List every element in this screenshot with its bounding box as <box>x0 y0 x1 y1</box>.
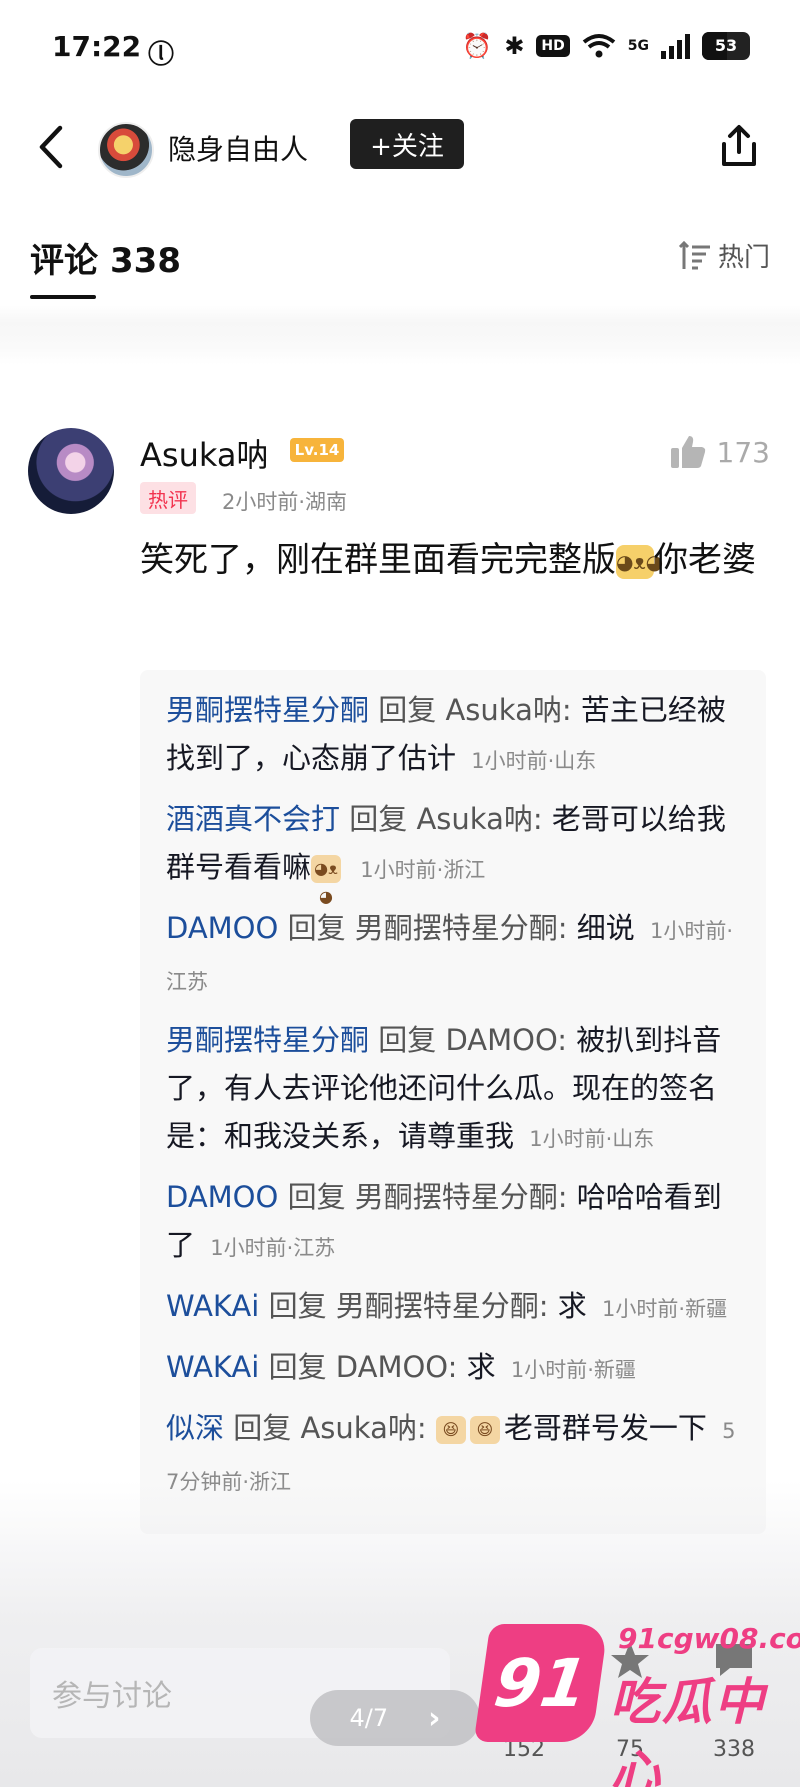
laughing-emoji-icon: 😆 <box>435 1416 466 1444</box>
reply-time: 1小时前·江苏 <box>210 1236 336 1260</box>
thumbs-up-icon <box>670 436 705 468</box>
image-pager[interactable]: 4/7 › <box>310 1690 480 1746</box>
like-count: 173 <box>716 435 770 469</box>
reply-item[interactable]: WAKAi 回复 DAMOO: 求 1小时前·新疆 <box>166 1343 746 1394</box>
reply-word: 回复 <box>233 1411 292 1445</box>
hd-icon: HD <box>536 35 570 57</box>
reply-target: DAMOO: <box>445 1023 568 1057</box>
reply-text: 求 <box>557 1289 587 1323</box>
reply-item[interactable]: 男酮摆特星分酮 回复 Asuka呐: 苦主已经被找到了，心态崩了估计 1小时前·… <box>166 686 746 785</box>
author-name[interactable]: 隐身自由人 <box>168 128 308 168</box>
reply-word: 回复 <box>268 1350 327 1384</box>
reply-word: 回复 <box>378 693 437 727</box>
status-bar: 17:22 ⓛ ⏰ ✱ HD 5G 53 <box>0 0 800 100</box>
reply-text: 求 <box>466 1350 496 1384</box>
reply-author[interactable]: 酒酒真不会打 <box>166 802 340 836</box>
reply-target: Asuka呐: <box>445 693 572 727</box>
reply-word: 回复 <box>268 1289 327 1323</box>
reply-author[interactable]: 似深 <box>166 1411 224 1445</box>
reply-time: 1小时前·山东 <box>529 1127 655 1151</box>
section-divider <box>0 305 800 365</box>
reply-author[interactable]: DAMOO <box>166 911 278 945</box>
watermark-name: 吃瓜中心 <box>610 1673 766 1787</box>
cat-emoji-icon: ◕ᴥ◕ <box>616 544 663 579</box>
laughing-emoji-icon: 😆 <box>469 1416 500 1444</box>
reply-item[interactable]: 男酮摆特星分酮 回复 DAMOO: 被扒到抖音了，有人去评论他还问什么瓜。现在的… <box>166 1016 746 1163</box>
comment-count: 338 <box>110 241 181 281</box>
battery-icon: 53 <box>702 32 750 60</box>
signal-icon <box>661 33 690 59</box>
reply-list: 男酮摆特星分酮 回复 Asuka呐: 苦主已经被找到了，心态崩了估计 1小时前·… <box>140 670 766 1534</box>
reply-target: 男酮摆特星分酮: <box>354 911 568 945</box>
alarm-icon: ⏰ <box>462 32 493 60</box>
reply-author[interactable]: DAMOO <box>166 1180 278 1214</box>
reply-target: Asuka呐: <box>300 1411 427 1445</box>
reply-author[interactable]: 男酮摆特星分酮 <box>166 693 369 727</box>
reply-word: 回复 <box>378 1023 437 1057</box>
comment-text[interactable]: 笑死了，刚在群里面看完完整版◕ᴥ◕你老婆 <box>140 532 760 588</box>
watermark: 91 91cgw08.com 吃瓜中心 <box>473 1618 800 1787</box>
app-notification-icon: ⓛ <box>148 40 175 70</box>
sort-icon <box>678 240 710 269</box>
comment-tab-bar: 评论 338 热门 <box>0 215 800 305</box>
comment-meta: 2小时前·湖南 <box>222 490 348 514</box>
commenter-name[interactable]: Asuka呐 <box>140 430 268 476</box>
reply-time: 1小时前·山东 <box>471 749 597 773</box>
pager-indicator: 4/7 <box>349 1704 389 1732</box>
tab-indicator <box>30 295 96 299</box>
back-icon[interactable] <box>32 122 72 172</box>
reply-time: 1小时前·新疆 <box>510 1358 636 1382</box>
hot-comment-badge: 热评 <box>140 482 196 514</box>
wifi-icon <box>582 34 616 58</box>
reply-target: 男酮摆特星分酮: <box>354 1180 568 1214</box>
watermark-logo: 91 <box>473 1624 609 1742</box>
like-button[interactable]: 173 <box>669 434 770 470</box>
reply-author[interactable]: 男酮摆特星分酮 <box>166 1023 369 1057</box>
cat-emoji-icon: ◕ᴥ◕ <box>311 855 342 906</box>
tab-comments[interactable]: 评论 338 <box>30 233 181 282</box>
sort-toggle[interactable]: 热门 <box>678 237 770 274</box>
reply-target: Asuka呐: <box>416 802 543 836</box>
post-header: 隐身自由人 +关注 <box>0 100 800 195</box>
sort-label: 热门 <box>717 243 770 273</box>
reply-item[interactable]: WAKAi 回复 男酮摆特星分酮: 求 1小时前·新疆 <box>166 1282 746 1333</box>
reply-word: 回复 <box>287 911 346 945</box>
reply-word: 回复 <box>287 1180 346 1214</box>
reply-target: DAMOO: <box>335 1350 458 1384</box>
status-time: 17:22 <box>52 30 142 63</box>
follow-button[interactable]: +关注 <box>350 119 464 169</box>
reply-author[interactable]: WAKAi <box>166 1350 259 1384</box>
reply-word: 回复 <box>349 802 408 836</box>
reply-item[interactable]: DAMOO 回复 男酮摆特星分酮: 哈哈哈看到了 1小时前·江苏 <box>166 1173 746 1272</box>
tab-comments-label: 评论 <box>30 241 98 281</box>
commenter-avatar[interactable] <box>28 428 114 514</box>
level-badge: Lv.14 <box>290 438 344 462</box>
comment-text-part2: 你老婆 <box>654 540 756 580</box>
reply-text: 老哥群号发一下 <box>503 1411 707 1445</box>
reply-author[interactable]: WAKAi <box>166 1289 259 1323</box>
comment-text-part1: 笑死了，刚在群里面看完完整版 <box>140 540 616 580</box>
author-avatar[interactable] <box>98 122 154 178</box>
reply-time: 1小时前·新疆 <box>602 1297 728 1321</box>
battery-level: 53 <box>714 36 738 55</box>
reply-time: 1小时前·浙江 <box>360 858 486 882</box>
reply-text: 细说 <box>576 911 635 945</box>
network-label: 5G <box>627 38 649 54</box>
share-icon[interactable] <box>716 122 762 172</box>
reply-item[interactable]: DAMOO 回复 男酮摆特星分酮: 细说 1小时前·江苏 <box>166 904 746 1006</box>
status-icons: ⏰ ✱ HD 5G 53 <box>462 32 750 60</box>
bluetooth-icon: ✱ <box>504 32 525 60</box>
watermark-url: 91cgw08.com <box>618 1622 800 1655</box>
chevron-right-icon: › <box>428 1700 441 1736</box>
reply-target: 男酮摆特星分酮: <box>335 1289 549 1323</box>
reply-item[interactable]: 酒酒真不会打 回复 Asuka呐: 老哥可以给我群号看看嘛 ◕ᴥ◕ 1小时前·浙江 <box>166 795 746 906</box>
